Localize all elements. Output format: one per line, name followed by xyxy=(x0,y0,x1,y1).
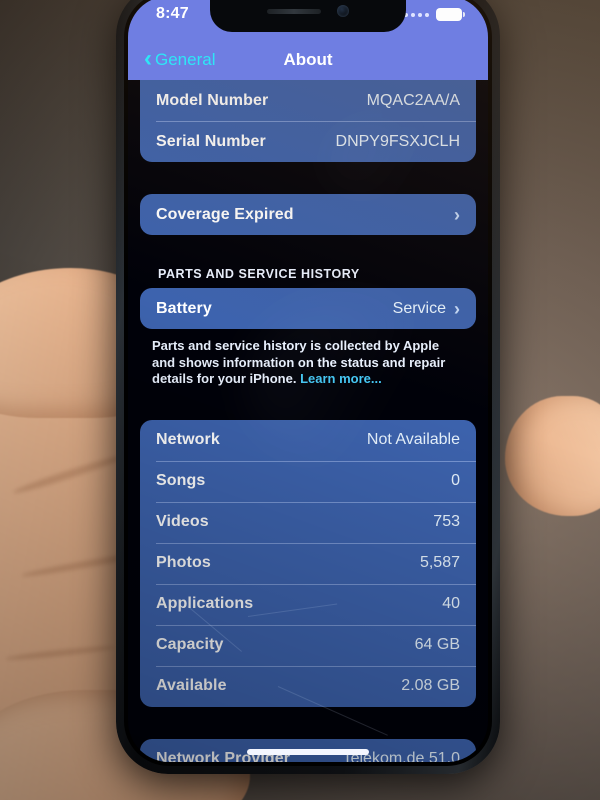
row-value: 64 GB xyxy=(414,636,460,653)
row-label: Capacity xyxy=(156,636,224,653)
parts-footnote: Parts and service history is collected b… xyxy=(140,329,476,388)
row-label: Available xyxy=(156,677,227,694)
table-row[interactable]: Serial Number DNPY9FSXJCLH xyxy=(140,121,476,162)
learn-more-link[interactable]: Learn more... xyxy=(300,371,382,386)
back-button-label: General xyxy=(155,50,216,69)
settings-content[interactable]: Model Number MQAC2AA/A Serial Number DNP… xyxy=(128,80,488,762)
row-label: Songs xyxy=(156,472,206,489)
table-row[interactable]: Available 2.08 GB xyxy=(140,665,476,707)
battery-row[interactable]: Battery Service › xyxy=(140,288,476,329)
phone-bezel: 8:47 ‹ General About Model Number MQAC2A… xyxy=(124,0,492,766)
row-label: Photos xyxy=(156,554,211,571)
row-value: 40 xyxy=(442,595,460,612)
device-info-card: Model Number MQAC2AA/A Serial Number DNP… xyxy=(140,80,476,162)
row-value: 2.08 GB xyxy=(401,677,460,694)
front-camera-icon xyxy=(337,5,349,17)
row-value: Service › xyxy=(393,300,460,318)
table-row[interactable]: Videos 753 xyxy=(140,501,476,543)
signal-dots-icon xyxy=(404,12,429,17)
battery-status-text: Service xyxy=(392,299,446,317)
earpiece-speaker-icon xyxy=(267,8,321,14)
battery-service-card: Battery Service › xyxy=(140,288,476,329)
row-value: DNPY9FSXJCLH xyxy=(335,132,460,150)
row-label: Model Number xyxy=(156,91,269,109)
chevron-left-icon: ‹ xyxy=(144,45,152,72)
row-label: Applications xyxy=(156,595,254,612)
chevron-right-icon: › xyxy=(454,204,460,225)
section-header-parts: PARTS AND SERVICE HISTORY xyxy=(158,267,360,281)
screen-notch xyxy=(210,0,406,32)
photo-scene: 8:47 ‹ General About Model Number MQAC2A… xyxy=(0,0,600,800)
table-row[interactable]: Network Not Available xyxy=(140,420,476,461)
status-indicators xyxy=(404,8,465,21)
back-button[interactable]: ‹ General xyxy=(144,45,216,72)
home-indicator[interactable] xyxy=(247,749,369,755)
hand-thumb xyxy=(505,396,600,516)
row-label: Network xyxy=(156,431,220,448)
row-label: Videos xyxy=(156,513,209,530)
table-row[interactable]: Capacity 64 GB xyxy=(140,624,476,666)
storage-stats-card: Network Not Available Songs 0 Videos 753 xyxy=(140,419,476,707)
table-row[interactable]: Photos 5,587 xyxy=(140,542,476,584)
coverage-card: Coverage Expired › xyxy=(140,194,476,235)
phone-device: 8:47 ‹ General About Model Number MQAC2A… xyxy=(116,0,500,774)
row-value: MQAC2AA/A xyxy=(366,91,460,109)
table-row[interactable]: Applications 40 xyxy=(140,583,476,625)
chevron-right-icon: › xyxy=(454,298,460,319)
coverage-expired-row[interactable]: Coverage Expired › xyxy=(140,194,476,235)
row-label: Coverage Expired xyxy=(156,205,294,223)
row-value: 5,587 xyxy=(419,554,460,571)
phone-screen: 8:47 ‹ General About Model Number MQAC2A… xyxy=(128,0,488,762)
footnote-text: Parts and service history is collected b… xyxy=(152,338,446,386)
row-label: Serial Number xyxy=(156,132,266,150)
row-value: 0 xyxy=(451,472,460,489)
row-value: 753 xyxy=(433,513,460,530)
table-row[interactable]: Model Number MQAC2AA/A xyxy=(140,80,476,121)
battery-icon xyxy=(436,8,465,21)
row-value: Not Available xyxy=(366,431,460,448)
table-row[interactable]: Songs 0 xyxy=(140,460,476,502)
navigation-bar: ‹ General About xyxy=(128,40,488,80)
status-clock: 8:47 xyxy=(156,5,189,22)
row-label: Battery xyxy=(156,299,212,317)
